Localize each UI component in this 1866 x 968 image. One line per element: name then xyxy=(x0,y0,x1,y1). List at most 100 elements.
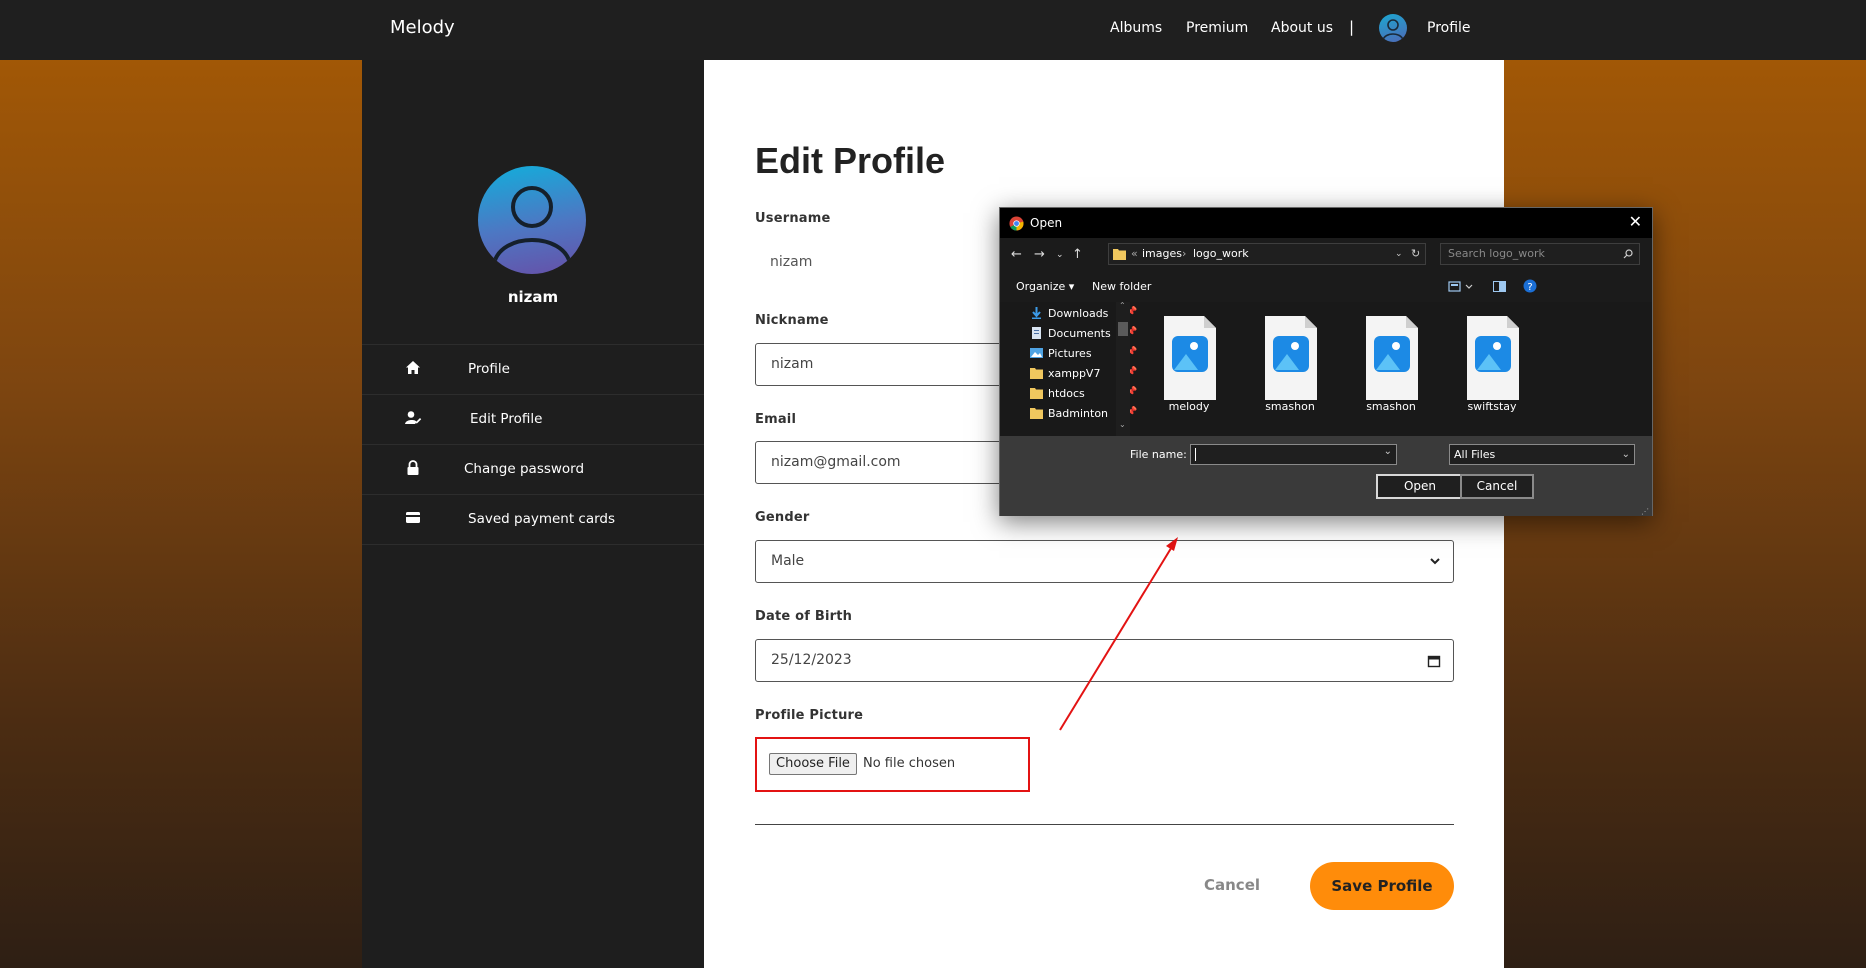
breadcrumb-images[interactable]: images xyxy=(1142,244,1182,264)
sidebar-item-label: Edit Profile xyxy=(470,411,543,427)
dialog-toolbar: ← → ⌄ ↑ « images › logo_work ⌄ ↻ Search … xyxy=(1000,238,1652,272)
dob-label: Date of Birth xyxy=(755,609,853,624)
chevron-down-icon: ⌄ xyxy=(1621,449,1630,460)
tree-item-pictures[interactable]: Pictures 📌 xyxy=(1030,344,1150,364)
home-icon xyxy=(406,361,420,374)
scroll-down-icon[interactable]: ⌄ xyxy=(1119,420,1126,429)
view-options-icon[interactable] xyxy=(1448,281,1476,293)
search-icon xyxy=(1623,249,1633,259)
tree-item-downloads[interactable]: Downloads 📌 xyxy=(1030,304,1150,324)
dialog-cancel-button[interactable]: Cancel xyxy=(1460,474,1534,499)
dialog-command-bar: Organize ▾ New folder ? xyxy=(1000,272,1652,302)
sidebar-item-profile[interactable]: Profile xyxy=(362,344,704,394)
image-file-icon xyxy=(1164,316,1216,400)
nav-avatar[interactable] xyxy=(1379,14,1407,42)
tree-item-label: htdocs xyxy=(1048,387,1085,400)
form-divider xyxy=(755,824,1454,825)
image-file-icon xyxy=(1366,316,1418,400)
sidebar-item-change-password[interactable]: Change password xyxy=(362,444,704,494)
refresh-icon[interactable]: ↻ xyxy=(1411,244,1420,264)
address-dropdown-icon[interactable]: ⌄ xyxy=(1395,244,1403,264)
file-tile[interactable]: swiftstay xyxy=(1447,316,1537,416)
text-cursor xyxy=(1195,448,1196,461)
user-edit-icon xyxy=(405,411,422,424)
folder-icon xyxy=(1030,388,1043,399)
sidebar-item-label: Profile xyxy=(468,361,510,377)
sidebar-item-payment-cards[interactable]: Saved payment cards xyxy=(362,494,704,544)
document-icon xyxy=(1032,327,1041,339)
scroll-up-icon[interactable]: ⌃ xyxy=(1119,301,1126,310)
tree-item-label: Pictures xyxy=(1048,347,1092,360)
top-navbar: Melody Albums Premium About us | Profile xyxy=(0,0,1866,60)
sidebar-item-edit-profile[interactable]: Edit Profile xyxy=(362,394,704,444)
up-arrow-icon[interactable]: ↑ xyxy=(1072,247,1083,262)
file-name-label: File name: xyxy=(1130,448,1187,461)
file-type-select[interactable]: All Files ⌄ xyxy=(1449,444,1635,465)
tree-item-label: BadmintonBo xyxy=(1048,407,1108,420)
dob-field[interactable]: 25/12/2023 xyxy=(755,639,1454,682)
help-icon[interactable]: ? xyxy=(1523,279,1537,293)
tree-item-label: Documents xyxy=(1048,327,1111,340)
user-icon xyxy=(1382,19,1404,41)
profile-avatar xyxy=(478,166,586,274)
file-name: swiftstay xyxy=(1467,400,1517,413)
file-tile[interactable]: smashon xyxy=(1245,316,1335,416)
save-profile-button[interactable]: Save Profile xyxy=(1310,862,1454,910)
new-folder-button[interactable]: New folder xyxy=(1092,280,1151,293)
sidebar-item-label: Change password xyxy=(464,461,585,477)
tree-item-xamppv7[interactable]: xamppV7 📌 xyxy=(1030,364,1150,384)
breadcrumb-overflow[interactable]: « xyxy=(1131,244,1138,264)
nav-premium[interactable]: Premium xyxy=(1186,20,1248,36)
forward-arrow-icon[interactable]: → xyxy=(1034,247,1045,262)
chrome-icon xyxy=(1009,216,1024,231)
image-file-icon xyxy=(1265,316,1317,400)
svg-text:?: ? xyxy=(1527,282,1532,293)
gender-selected-value: Male xyxy=(771,553,805,569)
file-tile[interactable]: melody xyxy=(1144,316,1234,416)
dialog-open-button[interactable]: Open xyxy=(1376,474,1464,499)
sidebar: nizam Profile Edit Profile Change passwo… xyxy=(362,60,704,968)
file-name-input[interactable]: ⌄ xyxy=(1190,444,1397,465)
folder-icon xyxy=(1113,249,1126,260)
cancel-button[interactable]: Cancel xyxy=(1204,876,1260,894)
username-value: nizam xyxy=(770,254,813,270)
file-name: smashon xyxy=(1265,400,1315,413)
dialog-search-input[interactable]: Search logo_work xyxy=(1440,243,1640,265)
dob-value: 25/12/2023 xyxy=(771,652,852,668)
organize-button[interactable]: Organize ▾ xyxy=(1016,280,1074,293)
close-icon[interactable]: ✕ xyxy=(1629,212,1642,231)
resize-grip-icon[interactable]: ⋰ xyxy=(1641,507,1649,516)
dialog-titlebar[interactable]: Open ✕ xyxy=(1000,208,1652,238)
breadcrumb-separator: › xyxy=(1182,247,1187,260)
file-type-value: All Files xyxy=(1454,448,1496,461)
nav-albums[interactable]: Albums xyxy=(1110,20,1162,36)
file-name: smashon xyxy=(1366,400,1416,413)
back-arrow-icon[interactable]: ← xyxy=(1011,247,1022,262)
sidebar-item-label: Saved payment cards xyxy=(468,511,616,527)
card-icon xyxy=(406,512,420,523)
preview-pane-icon[interactable] xyxy=(1493,281,1506,293)
recent-chevron-icon[interactable]: ⌄ xyxy=(1056,250,1064,260)
breadcrumb-logo-work[interactable]: logo_work xyxy=(1193,244,1249,264)
scrollbar-thumb[interactable] xyxy=(1118,322,1128,336)
tree-item-badminton[interactable]: BadmintonBo 📌 xyxy=(1030,404,1150,424)
tree-item-htdocs[interactable]: htdocs 📌 xyxy=(1030,384,1150,404)
nav-profile[interactable]: Profile xyxy=(1427,20,1471,36)
file-tile[interactable]: smashon xyxy=(1346,316,1436,416)
folder-icon xyxy=(1030,368,1043,379)
calendar-icon[interactable] xyxy=(1427,654,1441,668)
image-file-icon xyxy=(1467,316,1519,400)
nav-about-us[interactable]: About us xyxy=(1271,20,1333,36)
address-bar[interactable]: « images › logo_work ⌄ ↻ xyxy=(1108,243,1426,265)
choose-file-button[interactable]: Choose File xyxy=(769,753,857,775)
gender-select[interactable]: Male xyxy=(755,540,1454,583)
file-status-text: No file chosen xyxy=(863,756,956,771)
file-name: melody xyxy=(1168,400,1210,413)
lock-icon xyxy=(407,460,419,475)
tree-item-documents[interactable]: Documents 📌 xyxy=(1030,324,1150,344)
chevron-down-icon[interactable]: ⌄ xyxy=(1384,446,1392,457)
search-placeholder: Search logo_work xyxy=(1448,247,1545,260)
email-label: Email xyxy=(755,412,797,427)
tree-scrollbar[interactable]: ⌃ ⌄ xyxy=(1116,301,1130,436)
brand-logo[interactable]: Melody xyxy=(390,17,455,38)
